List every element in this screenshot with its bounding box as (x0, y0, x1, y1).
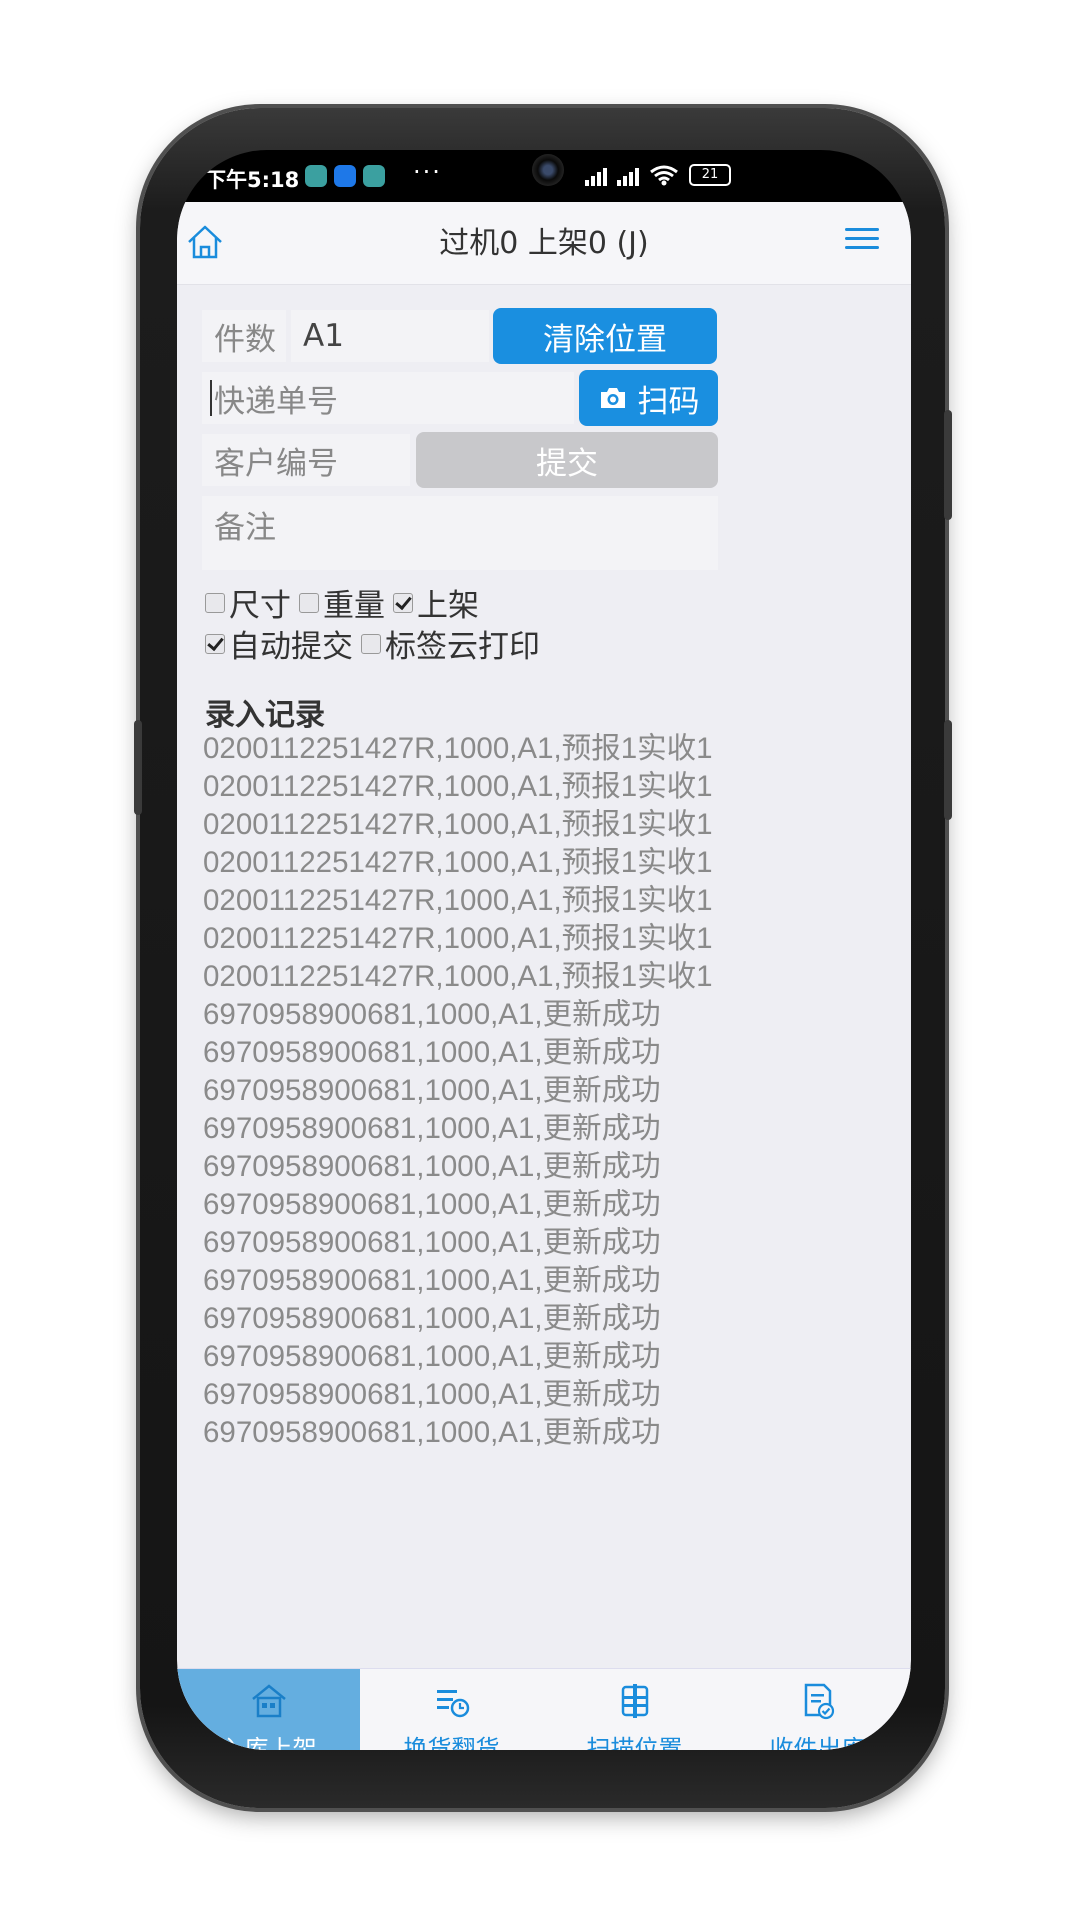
weight-option[interactable]: 重量 (299, 580, 385, 625)
clear-position-button[interactable]: 清除位置 (493, 308, 717, 364)
record-line: 6970958900681,1000,A1,更新成功 (203, 1302, 661, 1335)
record-line: 6970958900681,1000,A1,更新成功 (203, 1378, 661, 1411)
record-line: 6970958900681,1000,A1,更新成功 (203, 1074, 661, 1107)
more-notifications-icon: ··· (413, 158, 442, 186)
header-bar: 过机0 上架0 (J) (177, 202, 911, 285)
weight-label: 重量 (323, 588, 385, 624)
options-row-2: 自动提交 标签云打印 (205, 621, 548, 666)
status-app-icons (305, 165, 385, 187)
front-camera (532, 154, 564, 186)
record-line: 6970958900681,1000,A1,更新成功 (203, 1264, 661, 1297)
shelf-icon (621, 1684, 649, 1718)
record-line: 6970958900681,1000,A1,更新成功 (203, 1112, 661, 1145)
bottom-nav: 入库上架 换货翻货 扫描位置 收件出库 (177, 1668, 911, 1750)
clear-position-label: 清除位置 (543, 321, 667, 358)
shelve-label: 上架 (417, 588, 479, 624)
record-line: 0200112251427R,1000,A1,预报1实收1 (203, 922, 713, 955)
records-title: 录入记录 (205, 698, 325, 733)
volume-button (944, 410, 952, 520)
auto-submit-option[interactable]: 自动提交 (205, 621, 353, 666)
shield-app-icon (305, 165, 327, 187)
wifi-icon (650, 165, 678, 186)
record-line: 0200112251427R,1000,A1,预报1实收1 (203, 960, 713, 993)
side-button-left (134, 720, 142, 815)
nav-tab-exchange[interactable]: 换货翻货 (360, 1669, 543, 1750)
size-checkbox[interactable] (205, 592, 225, 613)
page-title: 过机0 上架0 (J) (439, 226, 649, 261)
record-line: 6970958900681,1000,A1,更新成功 (203, 1188, 661, 1221)
record-line: 0200112251427R,1000,A1,预报1实收1 (203, 808, 713, 841)
doc-check-icon (804, 1683, 835, 1720)
nav-tab-outbound[interactable]: 收件出库 (726, 1669, 909, 1750)
list-clock-icon (437, 1690, 470, 1718)
position-input[interactable]: A1 (291, 310, 489, 362)
auto-submit-label: 自动提交 (229, 629, 353, 665)
remark-textarea[interactable]: 备注 (202, 496, 718, 570)
record-line: 6970958900681,1000,A1,更新成功 (203, 1036, 661, 1069)
signal-hd-icon (617, 168, 639, 186)
record-line: 6970958900681,1000,A1,更新成功 (203, 998, 661, 1031)
warehouse-icon (252, 1684, 286, 1718)
nav-label: 入库上架 (220, 1735, 317, 1750)
tracking-placeholder: 快递单号 (214, 383, 338, 420)
scan-button[interactable]: 扫码 (579, 370, 718, 426)
nav-label: 换货翻货 (403, 1735, 500, 1750)
cloud-print-checkbox[interactable] (361, 633, 381, 654)
nav-label: 收件出库 (769, 1735, 866, 1750)
shelve-checkbox[interactable] (393, 592, 413, 613)
menu-icon[interactable] (845, 228, 879, 256)
count-label: 件数 (202, 310, 286, 362)
size-option[interactable]: 尺寸 (205, 580, 291, 625)
nav-label: 扫描位置 (586, 1735, 683, 1750)
customer-number-input[interactable]: 客户编号 (202, 434, 410, 486)
text-cursor (210, 380, 212, 416)
nav-tab-inbound[interactable]: 入库上架 (177, 1669, 360, 1750)
auto-submit-checkbox[interactable] (205, 633, 225, 654)
camera-icon (600, 388, 625, 408)
status-time: 下午5:18 (205, 168, 300, 192)
record-line: 6970958900681,1000,A1,更新成功 (203, 1226, 661, 1259)
weight-checkbox[interactable] (299, 592, 319, 613)
phone-screen: 下午5:18 ··· 21 过机0 上架0 (J) 件数 A1 清除位置 快递单… (177, 150, 911, 1750)
submit-button[interactable]: 提交 (416, 432, 718, 488)
record-line: 6970958900681,1000,A1,更新成功 (203, 1416, 661, 1449)
cloud-print-option[interactable]: 标签云打印 (361, 621, 540, 666)
power-button (944, 720, 952, 820)
record-line: 0200112251427R,1000,A1,预报1实收1 (203, 884, 713, 917)
shelve-option[interactable]: 上架 (393, 580, 479, 625)
cloud-print-label: 标签云打印 (385, 629, 540, 665)
tracking-number-input[interactable]: 快递单号 (202, 372, 574, 424)
shield-app-icon (363, 165, 385, 187)
options-row-1: 尺寸 重量 上架 (205, 580, 487, 625)
status-indicators: 21 (585, 164, 731, 186)
record-line: 6970958900681,1000,A1,更新成功 (203, 1150, 661, 1183)
app-view: 过机0 上架0 (J) 件数 A1 清除位置 快递单号 扫码 客户编号 提交 备… (177, 202, 911, 1750)
record-line: 0200112251427R,1000,A1,预报1实收1 (203, 846, 713, 879)
status-bar: 下午5:18 ··· 21 (177, 150, 911, 202)
signal-icon (585, 168, 607, 186)
record-line: 0200112251427R,1000,A1,预报1实收1 (203, 732, 713, 765)
phone-app-icon (334, 165, 356, 187)
battery-icon: 21 (689, 164, 731, 186)
records-list: 0200112251427R,1000,A1,预报1实收1 02001122514… (203, 730, 713, 1452)
record-line: 0200112251427R,1000,A1,预报1实收1 (203, 770, 713, 803)
size-label: 尺寸 (229, 588, 291, 624)
submit-label: 提交 (536, 445, 598, 482)
scan-label: 扫码 (637, 383, 700, 420)
nav-tab-scan-position[interactable]: 扫描位置 (543, 1669, 726, 1750)
record-line: 6970958900681,1000,A1,更新成功 (203, 1340, 661, 1373)
